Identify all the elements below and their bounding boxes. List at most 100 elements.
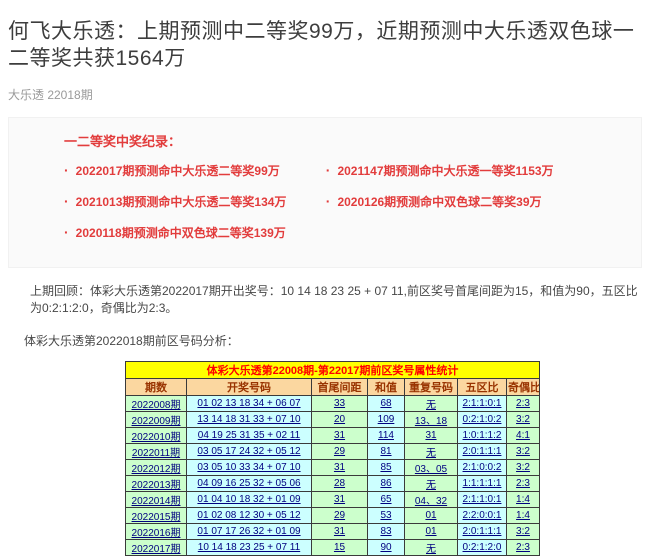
cell-numbers: 10 14 18 23 25 + 07 11 — [187, 540, 312, 556]
cell-period: 2022017期 — [126, 540, 187, 556]
cell-odd-even: 2:3 — [507, 476, 540, 492]
front-zone-stats-table: 体彩大乐透第22008期-第22017期前区奖号属性统计 期数 开奖号码 首尾间… — [125, 361, 540, 556]
cell-sum: 68 — [368, 396, 405, 412]
table-row: 2022012期 03 05 10 33 34 + 07 10 31 85 03… — [126, 460, 540, 476]
cell-period: 2022014期 — [126, 492, 187, 508]
cell-zone-ratio: 2:2:0:0:1 — [458, 508, 507, 524]
records-box: 一二等奖中奖纪录： · 2022017期预测命中大乐透二等奖99万 · 2021… — [8, 117, 642, 268]
col-header-odd-even: 奇偶比 — [507, 379, 540, 396]
cell-span: 31 — [312, 428, 368, 444]
article-page: 何飞大乐透：上期预测中二等奖99万，近期预测中大乐透双色球一二等奖共获1564万… — [0, 18, 650, 556]
cell-sum: 114 — [368, 428, 405, 444]
cell-zone-ratio: 1:1:1:1:1 — [458, 476, 507, 492]
cell-numbers: 01 02 08 12 30 + 05 12 — [187, 508, 312, 524]
cell-zone-ratio: 2:1:0:0:2 — [458, 460, 507, 476]
cell-span: 31 — [312, 460, 368, 476]
cell-sum: 109 — [368, 412, 405, 428]
record-item: · 2021147期预测命中大乐透一等奖1153万 — [326, 162, 605, 179]
record-text: 2021013期预测命中大乐透二等奖134万 — [76, 193, 287, 210]
cell-zone-ratio: 0:2:1:2:0 — [458, 540, 507, 556]
cell-period: 2022015期 — [126, 508, 187, 524]
records-column-left: · 2022017期预测命中大乐透二等奖99万 · 2021013期预测命中大乐… — [64, 162, 326, 255]
cell-numbers: 01 02 13 18 34 + 06 07 — [187, 396, 312, 412]
cell-zone-ratio: 1:0:1:1:2 — [458, 428, 507, 444]
cell-period: 2022012期 — [126, 460, 187, 476]
cell-repeat: 31 — [405, 428, 458, 444]
cell-span: 28 — [312, 476, 368, 492]
cell-repeat: 01 — [405, 508, 458, 524]
table-row: 2022013期 04 09 16 25 32 + 05 06 28 86 无 … — [126, 476, 540, 492]
record-item: · 2020126期预测命中双色球二等奖39万 — [326, 193, 605, 210]
table-row: 2022011期 03 05 17 24 32 + 05 12 29 81 无 … — [126, 444, 540, 460]
cell-period: 2022013期 — [126, 476, 187, 492]
cell-odd-even: 2:3 — [507, 396, 540, 412]
cell-period: 2022008期 — [126, 396, 187, 412]
bullet-dot-icon: · — [64, 195, 69, 207]
record-text: 2020118期预测命中双色球二等奖139万 — [76, 224, 286, 241]
article-subtitle: 大乐透 22018期 — [8, 86, 642, 103]
cell-sum: 81 — [368, 444, 405, 460]
cell-odd-even: 4:1 — [507, 428, 540, 444]
cell-span: 15 — [312, 540, 368, 556]
table-row: 2022016期 01 07 17 26 32 + 01 09 31 83 01… — [126, 524, 540, 540]
cell-odd-even: 3:2 — [507, 444, 540, 460]
cell-sum: 86 — [368, 476, 405, 492]
record-text: 2022017期预测命中大乐透二等奖99万 — [76, 162, 280, 179]
cell-zone-ratio: 2:1:1:0:1 — [458, 396, 507, 412]
table-title-row: 体彩大乐透第22008期-第22017期前区奖号属性统计 — [126, 362, 540, 379]
cell-sum: 85 — [368, 460, 405, 476]
records-column-right: · 2021147期预测命中大乐透一等奖1153万 · 2020126期预测命中… — [326, 162, 605, 255]
cell-sum: 83 — [368, 524, 405, 540]
cell-sum: 90 — [368, 540, 405, 556]
cell-period: 2022010期 — [126, 428, 187, 444]
table-row: 2022009期 13 14 18 31 33 + 07 10 20 109 1… — [126, 412, 540, 428]
cell-numbers: 01 07 17 26 32 + 01 09 — [187, 524, 312, 540]
cell-numbers: 03 05 17 24 32 + 05 12 — [187, 444, 312, 460]
record-item: · 2021013期预测命中大乐透二等奖134万 — [64, 193, 326, 210]
cell-repeat: 03、05 — [405, 460, 458, 476]
table-row: 2022008期 01 02 13 18 34 + 06 07 33 68 无 … — [126, 396, 540, 412]
cell-period: 2022011期 — [126, 444, 187, 460]
cell-numbers: 03 05 10 33 34 + 07 10 — [187, 460, 312, 476]
article-title: 何飞大乐透：上期预测中二等奖99万，近期预测中大乐透双色球一二等奖共获1564万 — [8, 18, 640, 72]
cell-span: 31 — [312, 524, 368, 540]
cell-zone-ratio: 0:2:1:0:2 — [458, 412, 507, 428]
records-title: 一二等奖中奖纪录： — [64, 131, 621, 150]
cell-repeat: 无 — [405, 444, 458, 460]
cell-odd-even: 3:2 — [507, 524, 540, 540]
cell-period: 2022009期 — [126, 412, 187, 428]
cell-numbers: 01 04 10 18 32 + 01 09 — [187, 492, 312, 508]
col-header-repeat: 重复号码 — [405, 379, 458, 396]
cell-odd-even: 1:4 — [507, 508, 540, 524]
record-text: 2020126期预测命中双色球二等奖39万 — [337, 193, 541, 210]
col-header-zone-ratio: 五区比 — [458, 379, 507, 396]
cell-zone-ratio: 2:1:1:0:1 — [458, 492, 507, 508]
cell-span: 20 — [312, 412, 368, 428]
table-row: 2022015期 01 02 08 12 30 + 05 12 29 53 01… — [126, 508, 540, 524]
cell-zone-ratio: 2:0:1:1:1 — [458, 524, 507, 540]
table-row: 2022017期 10 14 18 23 25 + 07 11 15 90 无 … — [126, 540, 540, 556]
cell-sum: 65 — [368, 492, 405, 508]
cell-span: 31 — [312, 492, 368, 508]
cell-repeat: 无 — [405, 396, 458, 412]
table-row: 2022010期 04 19 25 31 35 + 02 11 31 114 3… — [126, 428, 540, 444]
bullet-dot-icon: · — [64, 164, 69, 176]
record-item: · 2020118期预测命中双色球二等奖139万 — [64, 224, 326, 241]
table-header-row: 期数 开奖号码 首尾间距 和值 重复号码 五区比 奇偶比 — [126, 379, 540, 396]
cell-repeat: 04、32 — [405, 492, 458, 508]
cell-period: 2022016期 — [126, 524, 187, 540]
cell-span: 29 — [312, 444, 368, 460]
cell-zone-ratio: 2:0:1:1:1 — [458, 444, 507, 460]
cell-odd-even: 3:2 — [507, 460, 540, 476]
col-header-span: 首尾间距 — [312, 379, 368, 396]
record-text: 2021147期预测命中大乐透一等奖1153万 — [337, 162, 553, 179]
cell-odd-even: 1:4 — [507, 492, 540, 508]
col-header-period: 期数 — [126, 379, 187, 396]
col-header-sum: 和值 — [368, 379, 405, 396]
cell-odd-even: 2:3 — [507, 540, 540, 556]
records-columns: · 2022017期预测命中大乐透二等奖99万 · 2021013期预测命中大乐… — [64, 162, 621, 255]
record-item: · 2022017期预测命中大乐透二等奖99万 — [64, 162, 326, 179]
cell-repeat: 无 — [405, 540, 458, 556]
col-header-numbers: 开奖号码 — [187, 379, 312, 396]
cell-repeat: 13、18 — [405, 412, 458, 428]
